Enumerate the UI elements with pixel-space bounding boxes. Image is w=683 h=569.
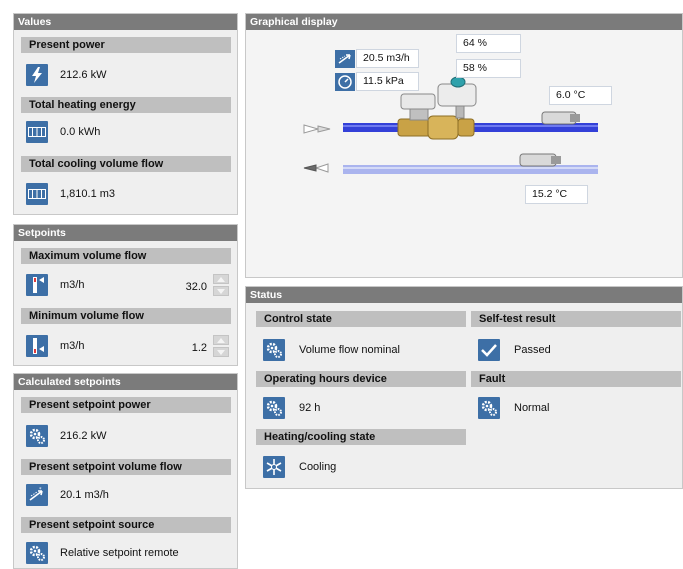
self-test-row: Passed — [478, 339, 551, 361]
sp-flow-value: 20.1 m3/h — [60, 489, 109, 501]
total-heating-row: 0.0 kWh — [26, 121, 100, 143]
max-flow-stepper[interactable] — [213, 274, 229, 296]
checkmark-icon — [478, 339, 500, 361]
present-power-row: 212.6 kW — [26, 64, 106, 86]
flow-readout: 20.5 m3/h — [356, 49, 419, 68]
present-power-label: Present power — [21, 37, 231, 53]
total-cooling-label: Total cooling volume flow — [21, 156, 231, 172]
gears-icon — [26, 425, 48, 447]
return-pipe — [343, 165, 598, 174]
status-header: Status — [246, 287, 682, 303]
control-state-value: Volume flow nominal — [299, 344, 400, 356]
max-flow-value[interactable]: 32.0 — [186, 281, 207, 293]
total-cooling-value: 1,810.1 m3 — [60, 188, 116, 200]
sp-power-row: 216.2 kW — [26, 425, 106, 447]
min-flow-stepper[interactable] — [213, 335, 229, 357]
graphical-header: Graphical display — [246, 14, 682, 30]
min-flow-row: m3/h — [26, 335, 84, 357]
gears-icon — [478, 397, 500, 419]
min-flow-unit: m3/h — [60, 340, 85, 352]
sp-source-label: Present setpoint source — [21, 517, 231, 533]
control-state-row: Volume flow nominal — [263, 339, 400, 361]
max-flow-label: Maximum volume flow — [21, 248, 231, 264]
present-power-value: 212.6 kW — [60, 69, 107, 81]
max-flow-unit: m3/h — [60, 279, 85, 291]
sp-flow-row: * 20.1 m3/h — [26, 484, 109, 506]
sp-power-label: Present setpoint power — [21, 397, 231, 413]
max-flow-row: m3/h — [26, 274, 84, 296]
op-hours-value: 92 h — [299, 402, 321, 414]
values-panel: Values Present power 212.6 kW Total heat… — [13, 13, 238, 215]
flow-icon — [335, 50, 355, 68]
sp-power-value: 216.2 kW — [60, 430, 107, 442]
gears-icon — [263, 397, 285, 419]
supply-temp-sensor — [541, 111, 580, 125]
self-test-label: Self-test result — [471, 311, 681, 327]
total-heating-value: 0.0 kWh — [60, 126, 101, 138]
fault-row: Normal — [478, 397, 549, 419]
return-temp-readout: 15.2 °C — [525, 185, 588, 204]
values-header: Values — [14, 14, 237, 30]
setpoints-header: Setpoints — [14, 225, 237, 241]
lightning-icon — [26, 64, 48, 86]
counter-icon — [26, 121, 48, 143]
max-flow-decrement[interactable] — [213, 286, 229, 296]
min-flow-increment[interactable] — [213, 335, 229, 345]
fault-label: Fault — [471, 371, 681, 387]
op-hours-label: Operating hours device — [256, 371, 466, 387]
min-flow-decrement[interactable] — [213, 347, 229, 357]
pressure-gauge-icon — [335, 73, 355, 91]
self-test-value: Passed — [514, 344, 551, 356]
calculated-header: Calculated setpoints — [14, 374, 237, 390]
return-temp-sensor — [519, 153, 561, 167]
op-hours-row: 92 h — [263, 397, 320, 419]
supply-arrow-icon — [303, 124, 331, 134]
setpoints-panel: Setpoints Maximum volume flow m3/h 32.0 … — [13, 224, 238, 366]
min-flow-icon — [26, 335, 48, 357]
hc-state-row: Cooling — [263, 456, 336, 478]
gears-icon — [26, 542, 48, 564]
counter-icon — [26, 183, 48, 205]
flow-setpoint-icon: * — [26, 484, 48, 506]
status-panel: Status Control state Volume flow nominal… — [245, 286, 683, 489]
min-flow-value[interactable]: 1.2 — [192, 342, 207, 354]
fault-value: Normal — [514, 402, 550, 414]
hc-state-label: Heating/cooling state — [256, 429, 466, 445]
supply-temp-readout: 6.0 °C — [549, 86, 612, 105]
graphical-panel: Graphical display 20.5 m3/h 11.5 kPa 64 … — [245, 13, 683, 278]
calculated-panel: Calculated setpoints Present setpoint po… — [13, 373, 238, 569]
gears-icon — [263, 339, 285, 361]
valve1-position-readout: 64 % — [456, 34, 521, 53]
pressure-readout: 11.5 kPa — [356, 72, 419, 91]
hc-state-value: Cooling — [299, 461, 337, 473]
total-cooling-row: 1,810.1 m3 — [26, 183, 115, 205]
total-heating-label: Total heating energy — [21, 97, 231, 113]
chevron-up-icon — [217, 338, 225, 343]
min-flow-label: Minimum volume flow — [21, 308, 231, 324]
max-flow-increment[interactable] — [213, 274, 229, 284]
sp-source-row: Relative setpoint remote — [26, 542, 179, 564]
control-state-label: Control state — [256, 311, 466, 327]
return-arrow-icon — [303, 163, 329, 173]
valve2-position-readout: 58 % — [456, 59, 521, 78]
chevron-up-icon — [217, 277, 225, 282]
sp-flow-label: Present setpoint volume flow — [21, 459, 231, 475]
sp-source-value: Relative setpoint remote — [60, 547, 179, 559]
chevron-down-icon — [217, 289, 225, 294]
snowflake-icon — [263, 456, 285, 478]
max-flow-icon — [26, 274, 48, 296]
chevron-down-icon — [217, 350, 225, 355]
